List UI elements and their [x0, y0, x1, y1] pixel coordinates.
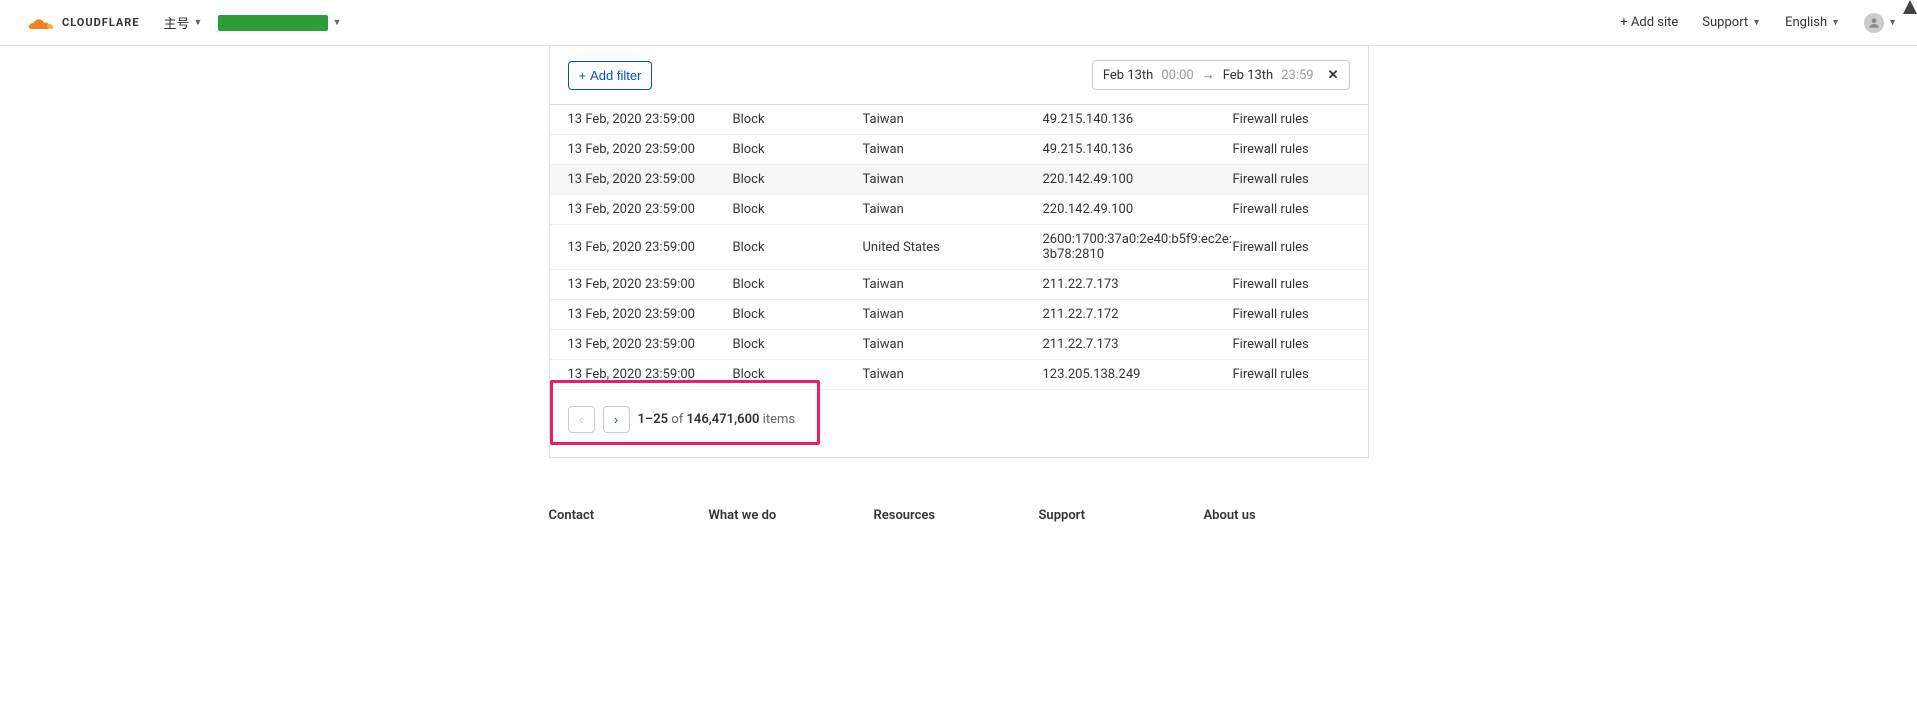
table-row[interactable]: 13 Feb, 2020 23:59:00BlockTaiwan211.22.7…	[550, 300, 1368, 330]
top-nav: CLOUDFLARE 主号 ▼ ▼ + Add site Support ▼ E…	[0, 0, 1917, 46]
footer-col-about-us[interactable]: About us	[1204, 508, 1369, 523]
table-row[interactable]: 13 Feb, 2020 23:59:00BlockTaiwan220.142.…	[550, 195, 1368, 225]
profile-dropdown[interactable]: ▼	[1864, 13, 1897, 33]
filter-bar: + Add filter Feb 13th 00:00 → Feb 13th 2…	[550, 46, 1368, 105]
table-row[interactable]: 13 Feb, 2020 23:59:00BlockTaiwan211.22.7…	[550, 330, 1368, 360]
cell-ip: 49.215.140.136	[1043, 112, 1233, 127]
cell-country: Taiwan	[863, 142, 1043, 157]
table-row[interactable]: 13 Feb, 2020 23:59:00BlockTaiwan220.142.…	[550, 165, 1368, 195]
pagination-text: 1–25 of 146,471,600 items	[638, 412, 796, 427]
footer: Contact What we do Resources Support Abo…	[0, 458, 1917, 523]
events-table: 13 Feb, 2020 23:59:00BlockTaiwan49.215.1…	[550, 105, 1368, 390]
cell-service: Firewall rules	[1233, 172, 1350, 187]
add-site-button[interactable]: + Add site	[1620, 15, 1678, 30]
cell-ip: 211.22.7.173	[1043, 337, 1233, 352]
cell-service: Firewall rules	[1233, 202, 1350, 217]
caret-down-icon: ▼	[332, 17, 341, 28]
pagination: ‹ › 1–25 of 146,471,600 items	[550, 390, 1368, 457]
clear-date-icon[interactable]: ✕	[1328, 68, 1339, 83]
cell-ip: 220.142.49.100	[1043, 202, 1233, 217]
table-row[interactable]: 13 Feb, 2020 23:59:00BlockTaiwan211.22.7…	[550, 270, 1368, 300]
cell-action: Block	[733, 337, 863, 352]
cell-country: Taiwan	[863, 172, 1043, 187]
cell-service: Firewall rules	[1233, 240, 1350, 255]
cell-date: 13 Feb, 2020 23:59:00	[568, 142, 733, 157]
table-row[interactable]: 13 Feb, 2020 23:59:00BlockTaiwan49.215.1…	[550, 135, 1368, 165]
cell-service: Firewall rules	[1233, 337, 1350, 352]
cell-ip: 49.215.140.136	[1043, 142, 1233, 157]
brand-logo[interactable]: CLOUDFLARE	[20, 11, 140, 35]
cell-ip: 220.142.49.100	[1043, 172, 1233, 187]
cell-ip: 123.205.138.249	[1043, 367, 1233, 382]
cell-service: Firewall rules	[1233, 112, 1350, 127]
cell-date: 13 Feb, 2020 23:59:00	[568, 240, 733, 255]
cell-country: Taiwan	[863, 307, 1043, 322]
cell-action: Block	[733, 142, 863, 157]
arrow-right-icon: →	[1202, 67, 1215, 83]
cell-country: Taiwan	[863, 202, 1043, 217]
next-page-button[interactable]: ›	[603, 406, 630, 433]
cell-service: Firewall rules	[1233, 367, 1350, 382]
cell-date: 13 Feb, 2020 23:59:00	[568, 337, 733, 352]
nav-right: + Add site Support ▼ English ▼ ▼	[1620, 13, 1897, 33]
cell-date: 13 Feb, 2020 23:59:00	[568, 277, 733, 292]
footer-col-what-we-do[interactable]: What we do	[709, 508, 874, 523]
chevron-right-icon: ›	[614, 412, 618, 427]
support-dropdown[interactable]: Support ▼	[1702, 15, 1761, 30]
prev-page-button[interactable]: ‹	[568, 406, 595, 433]
cell-action: Block	[733, 202, 863, 217]
firewall-events-panel: + Add filter Feb 13th 00:00 → Feb 13th 2…	[549, 46, 1369, 458]
plus-icon: +	[579, 68, 587, 83]
cell-action: Block	[733, 277, 863, 292]
cell-country: Taiwan	[863, 277, 1043, 292]
site-dropdown[interactable]: ▼	[218, 15, 341, 31]
account-label: 主号	[164, 13, 190, 32]
cell-country: Taiwan	[863, 367, 1043, 382]
cell-service: Firewall rules	[1233, 307, 1350, 322]
date-from: Feb 13th	[1103, 68, 1154, 83]
redacted-site-name	[218, 15, 328, 31]
cell-date: 13 Feb, 2020 23:59:00	[568, 172, 733, 187]
account-dropdown[interactable]: 主号 ▼	[164, 13, 203, 32]
avatar-icon	[1864, 13, 1884, 33]
cell-date: 13 Feb, 2020 23:59:00	[568, 112, 733, 127]
date-to: Feb 13th	[1223, 68, 1274, 83]
language-dropdown[interactable]: English ▼	[1785, 15, 1840, 30]
table-row[interactable]: 13 Feb, 2020 23:59:00BlockTaiwan49.215.1…	[550, 105, 1368, 135]
footer-col-support[interactable]: Support	[1039, 508, 1204, 523]
table-row[interactable]: 13 Feb, 2020 23:59:00BlockTaiwan123.205.…	[550, 360, 1368, 390]
cell-ip: 2600:1700:37a0:2e40:b5f9:ec2e:3b78:2810	[1043, 232, 1233, 262]
caret-down-icon: ▼	[1752, 17, 1761, 28]
cell-ip: 211.22.7.173	[1043, 277, 1233, 292]
caret-down-icon: ▼	[194, 17, 203, 28]
cell-date: 13 Feb, 2020 23:59:00	[568, 202, 733, 217]
chevron-left-icon: ‹	[579, 412, 583, 427]
brand-text: CLOUDFLARE	[62, 16, 140, 29]
table-row[interactable]: 13 Feb, 2020 23:59:00BlockUnited States2…	[550, 225, 1368, 270]
cloudflare-icon	[20, 11, 56, 35]
date-range-picker[interactable]: Feb 13th 00:00 → Feb 13th 23:59 ✕	[1092, 60, 1350, 90]
cell-date: 13 Feb, 2020 23:59:00	[568, 307, 733, 322]
time-from: 00:00	[1161, 68, 1193, 83]
add-filter-button[interactable]: + Add filter	[568, 61, 653, 90]
cell-action: Block	[733, 112, 863, 127]
caret-down-icon: ▼	[1888, 17, 1897, 28]
cell-service: Firewall rules	[1233, 277, 1350, 292]
cell-action: Block	[733, 240, 863, 255]
caret-down-icon: ▼	[1831, 17, 1840, 28]
footer-col-resources[interactable]: Resources	[874, 508, 1039, 523]
time-to: 23:59	[1281, 68, 1313, 83]
footer-col-contact[interactable]: Contact	[549, 508, 709, 523]
cell-country: Taiwan	[863, 337, 1043, 352]
cell-action: Block	[733, 307, 863, 322]
cell-ip: 211.22.7.172	[1043, 307, 1233, 322]
cell-country: Taiwan	[863, 112, 1043, 127]
cell-service: Firewall rules	[1233, 142, 1350, 157]
cell-action: Block	[733, 172, 863, 187]
cell-country: United States	[863, 240, 1043, 255]
cell-action: Block	[733, 367, 863, 382]
cell-date: 13 Feb, 2020 23:59:00	[568, 367, 733, 382]
